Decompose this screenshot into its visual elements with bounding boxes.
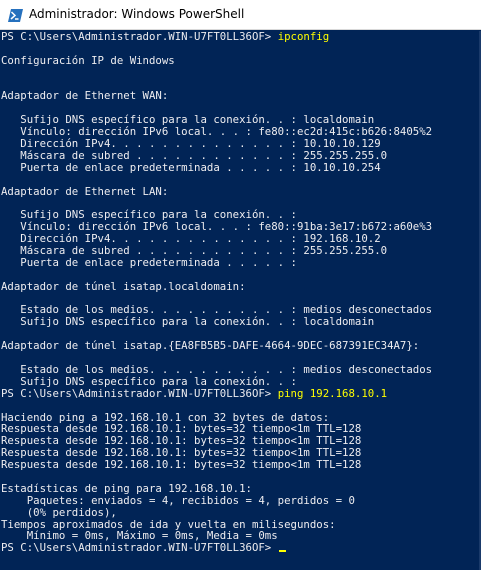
output-text: Adaptador de Ethernet WAN: bbox=[1, 89, 169, 103]
console-line: Respuesta desde 192.168.10.1: bytes=32 t… bbox=[0, 459, 481, 471]
output-text: Sufijo DNS específico para la conexión. … bbox=[1, 315, 375, 329]
prompt-text: PS C:\Users\Administrador.WIN-U7FT0LL36O… bbox=[1, 31, 278, 43]
console-output[interactable]: PS C:\Users\Administrador.WIN-U7FT0LL36O… bbox=[0, 31, 481, 570]
console-line: Configuración IP de Windows bbox=[0, 53, 481, 67]
console-line: Adaptador de Ethernet LAN: bbox=[0, 184, 481, 198]
output-text: Adaptador de túnel isatap.localdomain: bbox=[1, 279, 246, 293]
output-text: Puerta de enlace predeterminada . . . . … bbox=[1, 160, 381, 174]
powershell-window: Administrador: Windows PowerShell PS C:\… bbox=[0, 0, 481, 570]
output-text: Adaptador de túnel isatap.{EA8FB5B5-DAFE… bbox=[1, 339, 420, 353]
console-line: Puerta de enlace predeterminada . . . . … bbox=[0, 160, 481, 174]
output-text: Respuesta desde 192.168.10.1: bytes=32 t… bbox=[1, 458, 362, 472]
console-line: Sufijo DNS específico para la conexión. … bbox=[0, 316, 481, 328]
window-title: Administrador: Windows PowerShell bbox=[29, 7, 245, 21]
powershell-icon bbox=[8, 9, 23, 22]
console-line: Puerta de enlace predeterminada . . . . … bbox=[0, 255, 481, 269]
console-line: PS C:\Users\Administrador.WIN-U7FT0LL36O… bbox=[0, 386, 481, 400]
command-text: ipconfig bbox=[277, 31, 330, 43]
command-text: ping 192.168.10.1 bbox=[277, 386, 388, 400]
output-text: Adaptador de Ethernet LAN: bbox=[1, 184, 169, 198]
console-line: PS C:\Users\Administrador.WIN-U7FT0LL36O… bbox=[0, 542, 481, 554]
console-line: Adaptador de Ethernet WAN: bbox=[0, 90, 481, 102]
output-text: Puerta de enlace predeterminada . . . . … bbox=[1, 255, 297, 269]
console-line: Adaptador de túnel isatap.localdomain: bbox=[0, 279, 481, 293]
prompt-text: PS C:\Users\Administrador.WIN-U7FT0LL36O… bbox=[1, 386, 278, 400]
console-line: PS C:\Users\Administrador.WIN-U7FT0LL36O… bbox=[0, 31, 481, 43]
prompt-text: PS C:\Users\Administrador.WIN-U7FT0LL36O… bbox=[1, 541, 278, 555]
text-cursor bbox=[278, 550, 286, 553]
output-text: Configuración IP de Windows bbox=[1, 53, 175, 67]
title-bar[interactable]: Administrador: Windows PowerShell bbox=[0, 0, 481, 30]
console-line: Adaptador de túnel isatap.{EA8FB5B5-DAFE… bbox=[0, 340, 481, 352]
